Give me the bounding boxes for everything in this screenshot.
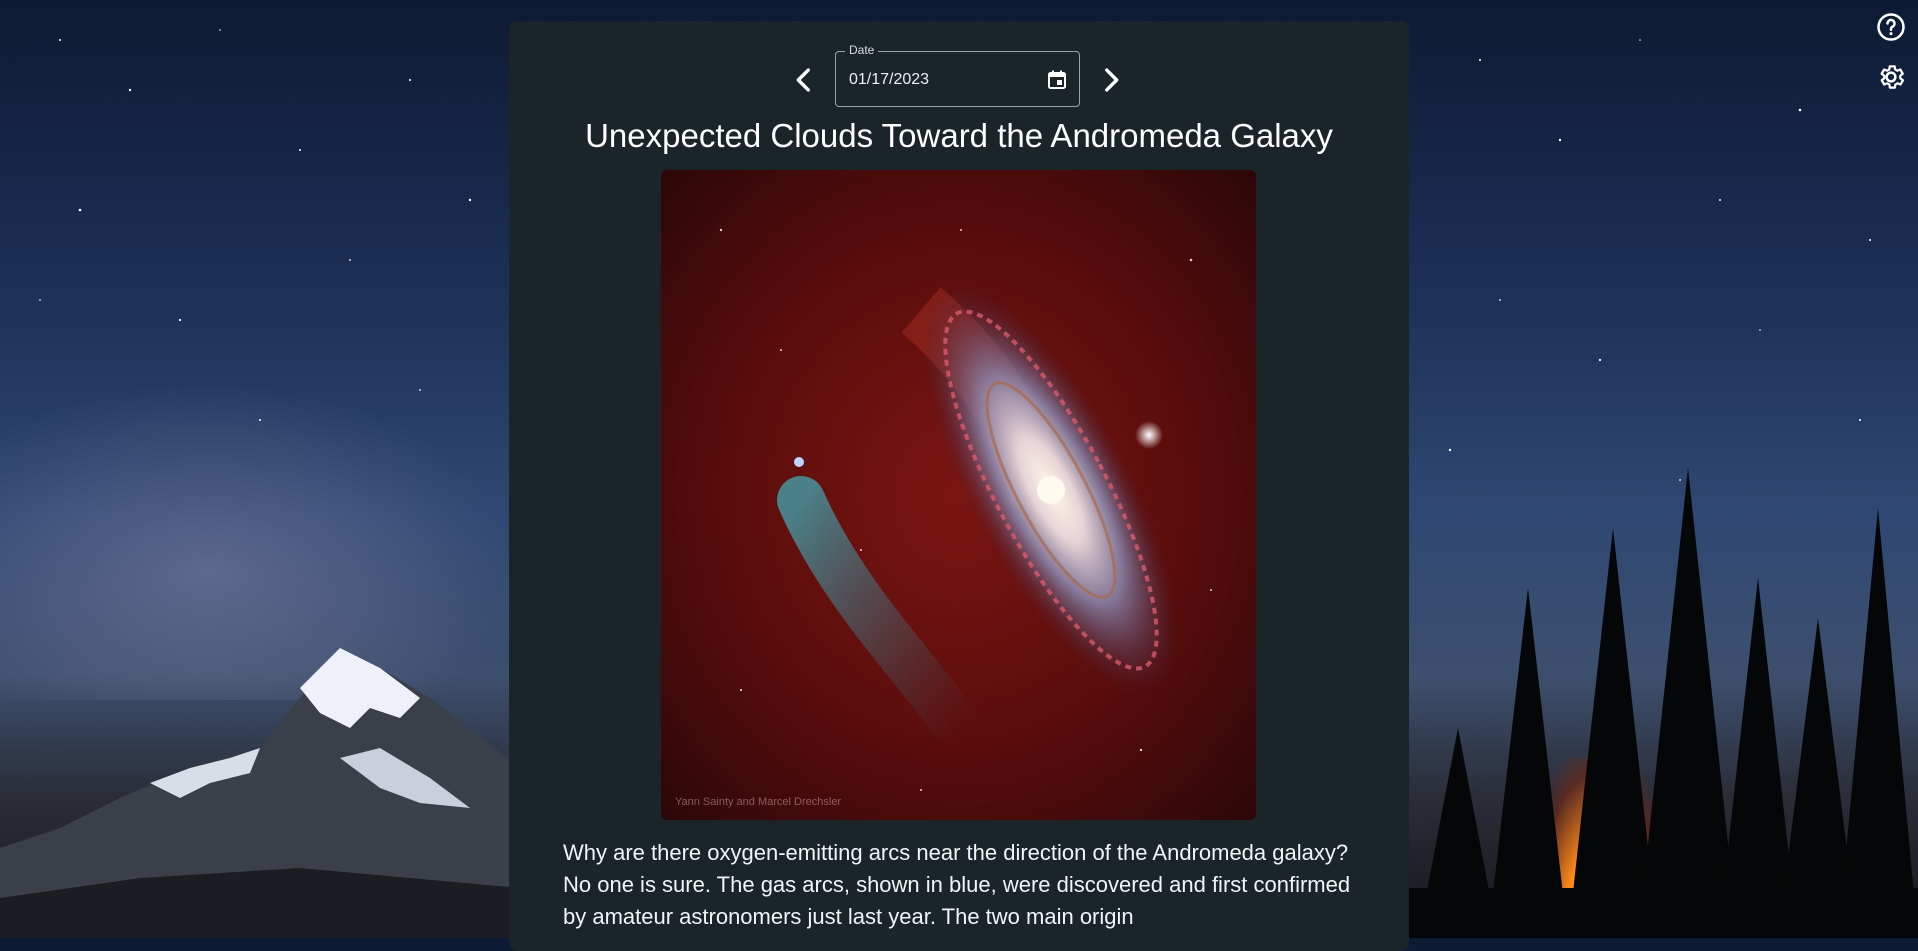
galaxy-artwork: [719, 228, 1212, 791]
snowy-mountain-illustration: [0, 648, 520, 938]
help-circle-icon[interactable]: [1876, 12, 1906, 42]
date-navigation: Date 01/17/2023: [509, 43, 1409, 109]
chevron-right-icon[interactable]: [1094, 63, 1128, 97]
date-field[interactable]: Date 01/17/2023: [835, 43, 1080, 107]
calendar-icon[interactable]: [1045, 68, 1069, 92]
andromeda-galaxy-image[interactable]: Yann Sainty and Marcel Drechsler: [661, 170, 1256, 820]
explanation-text: Why are there oxygen-emitting arcs near …: [563, 840, 1351, 929]
apod-card: Date 01/17/2023 Unexpected Clouds Toward…: [509, 21, 1409, 951]
gear-icon[interactable]: [1876, 62, 1906, 92]
chevron-left-icon[interactable]: [787, 63, 821, 97]
date-label: Date: [845, 43, 879, 57]
pine-trees-silhouette: [1398, 468, 1918, 938]
image-credit: Yann Sainty and Marcel Drechsler: [675, 796, 842, 808]
date-value[interactable]: 01/17/2023: [849, 71, 929, 89]
page-title: Unexpected Clouds Toward the Andromeda G…: [585, 117, 1333, 154]
